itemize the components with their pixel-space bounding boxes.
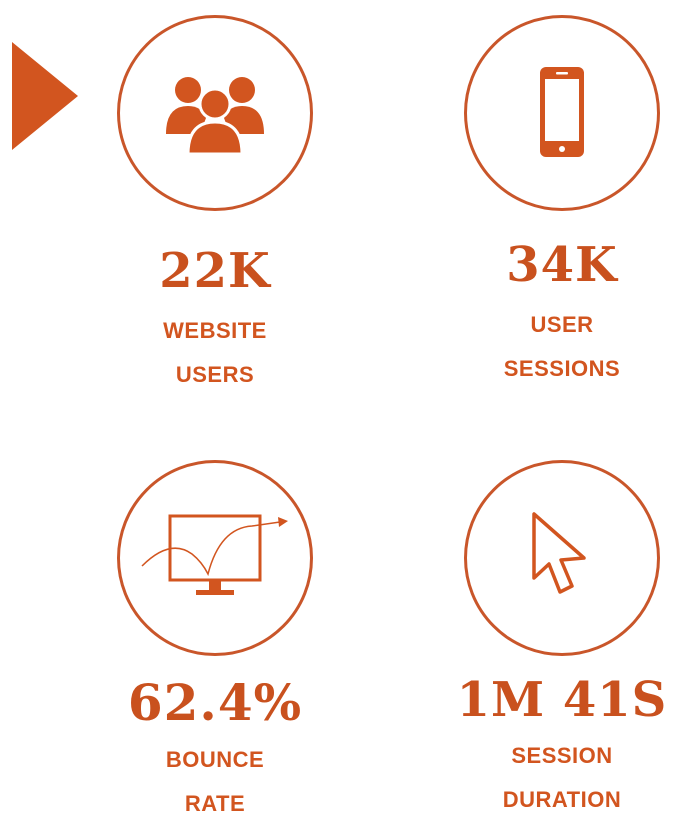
- stat-label-line2: RATE: [184, 791, 246, 816]
- stat-label-line1: SESSION: [511, 743, 613, 768]
- stat-website-users: 22K WEBSITE USERS: [95, 15, 335, 397]
- stat-value: 34K: [506, 237, 618, 293]
- stat-label-line2: USERS: [175, 362, 255, 387]
- stat-session-duration: 1M 41S SESSION DURATION: [442, 460, 682, 822]
- stat-label-line1: BOUNCE: [165, 747, 265, 772]
- stat-label-line1: USER: [530, 312, 594, 337]
- icon-circle: [117, 15, 313, 211]
- stat-label-line2: DURATION: [502, 787, 622, 812]
- play-arrow-icon: [12, 42, 78, 150]
- stat-value: 1M 41S: [456, 672, 668, 728]
- stat-bounce-rate: 62.4% BOUNCE RATE: [95, 460, 335, 826]
- stat-value: 62.4%: [127, 673, 303, 732]
- stat-label-line2: SESSIONS: [503, 356, 621, 381]
- smartphone-icon: [540, 67, 584, 157]
- monitor-chart-icon: [141, 514, 288, 595]
- icon-circle: [464, 460, 660, 656]
- stat-value: 22K: [159, 243, 271, 299]
- icon-circle: [117, 460, 313, 656]
- stat-user-sessions: 34K USER SESSIONS: [442, 15, 682, 391]
- icon-circle: [464, 15, 660, 211]
- stat-label-line1: WEBSITE: [163, 318, 267, 343]
- users-group-icon: [166, 77, 264, 156]
- cursor-arrow-icon: [532, 512, 586, 594]
